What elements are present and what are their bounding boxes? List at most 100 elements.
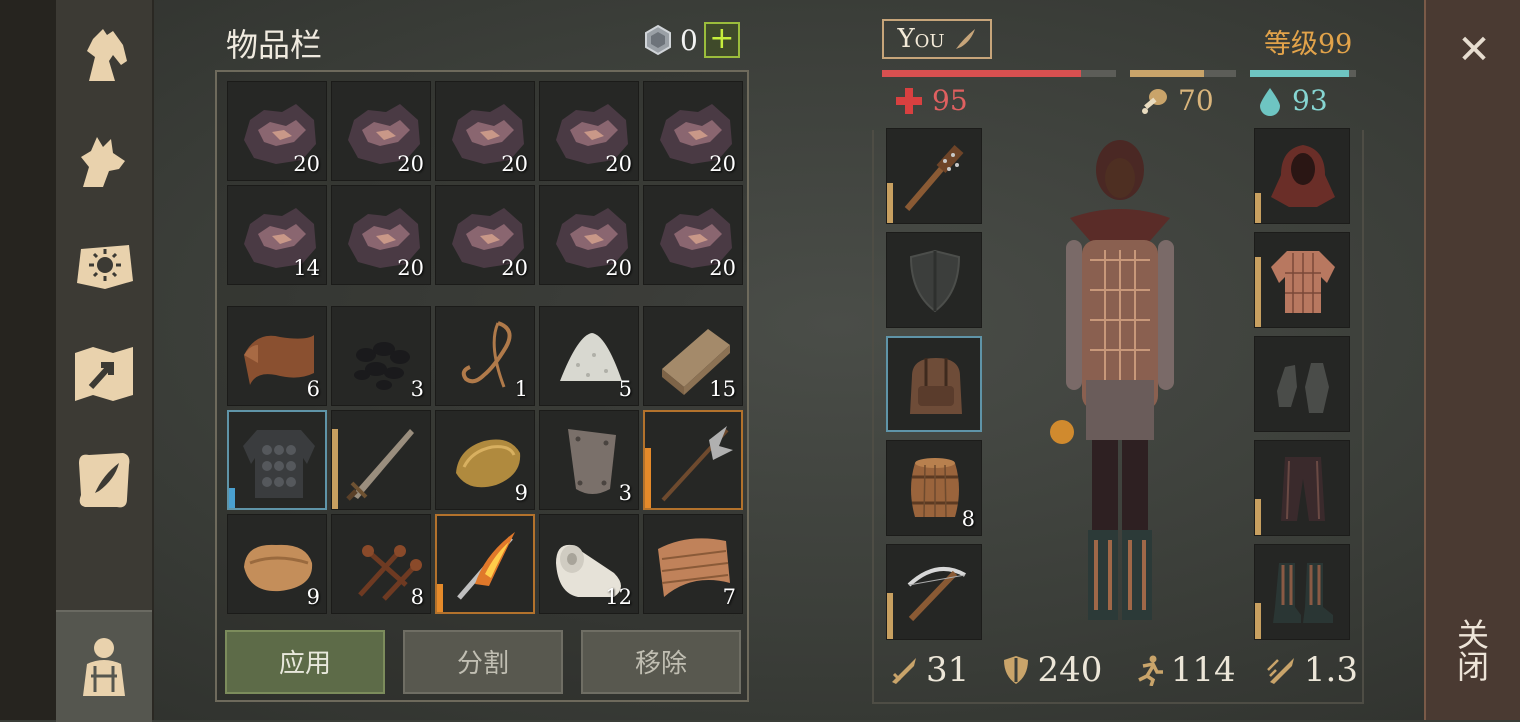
slot-count: 20	[397, 152, 424, 176]
hands-slot[interactable]	[1254, 336, 1350, 432]
hood-icon	[1271, 145, 1335, 207]
inventory-slot[interactable]	[331, 410, 431, 510]
body-slot[interactable]	[1254, 232, 1350, 328]
speed-stat: 114	[1133, 650, 1236, 690]
sword-icon	[346, 429, 414, 501]
sword-attack-icon	[892, 658, 916, 684]
slot-count: 9	[514, 481, 528, 505]
scale-armor-icon	[243, 430, 315, 498]
legs-slot[interactable]	[1254, 440, 1350, 536]
container-slot[interactable]: 8	[886, 440, 982, 536]
weapon-slot[interactable]	[886, 128, 982, 224]
inventory-slot[interactable]: 8	[331, 514, 431, 614]
inventory-slot[interactable]: 20	[435, 81, 535, 181]
inventory-slot[interactable]	[435, 514, 535, 614]
slot-count: 14	[293, 256, 320, 280]
silver-coin-icon	[645, 24, 671, 56]
character-name-box[interactable]: You	[882, 19, 992, 59]
slot-count: 20	[293, 152, 320, 176]
inventory-slot[interactable]	[227, 410, 327, 510]
slot-count: 9	[306, 585, 320, 609]
attack-value: 31	[926, 650, 970, 690]
inventory-slot[interactable]: 20	[435, 185, 535, 285]
character-level: 等级99	[1264, 29, 1353, 60]
sidebar-tab-horse[interactable]	[56, 4, 152, 108]
head-slot[interactable]	[1254, 128, 1350, 224]
inventory-slot[interactable]: 3	[539, 410, 639, 510]
inventory-slot[interactable]: 9	[435, 410, 535, 510]
food-bar	[1130, 70, 1236, 77]
horse-icon	[87, 29, 127, 81]
close-icon[interactable]: ✕	[1448, 24, 1500, 76]
inventory-slot[interactable]: 20	[643, 81, 743, 181]
feet-slot[interactable]	[1254, 544, 1350, 640]
halberd-icon	[661, 426, 733, 502]
slot-count: 20	[605, 152, 632, 176]
inventory-slot[interactable]: 1	[435, 306, 535, 406]
currency-value: 0	[680, 23, 698, 57]
slot-count: 1	[514, 377, 528, 401]
slot-count: 20	[397, 256, 424, 280]
inventory-slot[interactable]: 20	[539, 81, 639, 181]
health-cross-icon	[896, 87, 922, 114]
sidebar	[56, 0, 154, 722]
close-label[interactable]: 关闭	[1452, 618, 1494, 682]
slot-count: 3	[618, 481, 632, 505]
water-stat: 93	[1256, 84, 1328, 117]
close-panel[interactable]: ✕ 关闭	[1424, 0, 1520, 720]
water-value: 93	[1292, 84, 1328, 117]
inventory-slot[interactable]: 3	[331, 306, 431, 406]
apply-button[interactable]: 应用	[225, 630, 385, 694]
inventory-slot[interactable]: 7	[643, 514, 743, 614]
split-button[interactable]: 分割	[403, 630, 563, 694]
shield-defense-icon	[1003, 656, 1028, 684]
spiked-club-icon	[904, 144, 964, 211]
inventory-slot[interactable]: 6	[227, 306, 327, 406]
inventory-slot[interactable]: 20	[227, 81, 327, 181]
sidebar-tab-map[interactable]	[56, 322, 152, 426]
health-stat: 95	[894, 84, 968, 117]
shield-slot[interactable]	[886, 232, 982, 328]
add-currency-button[interactable]: +	[703, 22, 740, 58]
shield-icon	[909, 249, 961, 313]
gloves-icon	[1277, 363, 1329, 413]
chain-shirt-icon	[1271, 251, 1335, 313]
remove-button[interactable]: 移除	[581, 630, 741, 694]
slot-count: 20	[709, 256, 736, 280]
inventory-slot[interactable]: 15	[643, 306, 743, 406]
inventory-slot[interactable]: 9	[227, 514, 327, 614]
ranged-slot[interactable]	[886, 544, 982, 640]
sidebar-tab-quests[interactable]	[56, 428, 152, 532]
water-drop-icon	[1260, 87, 1280, 116]
slot-count: 5	[618, 377, 632, 401]
slot-count: 20	[605, 256, 632, 280]
water-bar	[1250, 70, 1356, 77]
inventory-slot[interactable]: 20	[643, 185, 743, 285]
sidebar-tab-character[interactable]	[56, 610, 152, 722]
defense-stat: 240	[1000, 650, 1102, 690]
inventory-slot[interactable]: 12	[539, 514, 639, 614]
combat-stats: 31 240 114 1.3	[888, 648, 1358, 692]
inventory-slot[interactable]: 20	[331, 81, 431, 181]
flame-sword-icon	[457, 532, 515, 600]
inventory-slot[interactable]: 20	[331, 185, 431, 285]
sun-book-icon	[77, 245, 133, 289]
attack-speed-stat: 1.3	[1266, 650, 1358, 690]
slot-count: 7	[722, 585, 736, 609]
inventory-slot[interactable]	[643, 410, 743, 510]
slot-count: 20	[709, 152, 736, 176]
inventory-slot[interactable]: 5	[539, 306, 639, 406]
slot-count: 15	[709, 377, 736, 401]
inventory-slot[interactable]: 20	[539, 185, 639, 285]
slot-count: 8	[961, 507, 975, 531]
inventory-slot[interactable]: 14	[227, 185, 327, 285]
sidebar-tab-skills[interactable]	[56, 216, 152, 320]
backpack-slot[interactable]	[886, 336, 982, 432]
food-stat: 70	[1138, 84, 1214, 117]
health-bar	[882, 70, 1116, 77]
slot-count: 20	[501, 152, 528, 176]
sidebar-tab-wolf[interactable]	[56, 110, 152, 214]
crossbow-icon	[907, 567, 966, 622]
inventory-title: 物品栏	[226, 26, 323, 64]
map-icon	[75, 347, 133, 401]
